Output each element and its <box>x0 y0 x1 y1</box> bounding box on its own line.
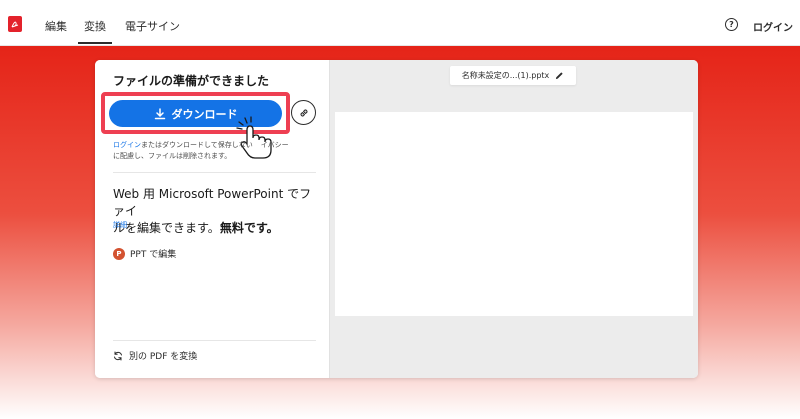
help-icon[interactable]: ? <box>725 18 738 31</box>
promo-line1: Web 用 Microsoft PowerPoint でファイ <box>113 187 312 218</box>
actions-panel: ファイルの準備ができました ダウンロード ログインまたはダウンロードして保存しな… <box>95 60 330 378</box>
privacy-note: ログインまたはダウンロードして保存しない イバシー に配慮し、ファイルは削除されま… <box>113 140 323 162</box>
note-login-link[interactable]: ログイン <box>113 141 141 149</box>
preview-panel: 名称未設定の...(1).pptx <box>330 60 698 378</box>
link-icon <box>299 108 308 117</box>
tab-edit[interactable]: 編集 <box>45 18 67 44</box>
note-line2-text: に配慮し、ファイルは削除されます。 <box>113 152 232 160</box>
note-line1-tail: イバシー <box>260 141 289 149</box>
convert-another-label: 別の PDF を変換 <box>129 352 198 362</box>
note-line1-text: またはダウンロードして保存しない <box>141 141 253 149</box>
download-icon <box>154 107 165 119</box>
download-label: ダウンロード <box>171 107 238 121</box>
divider <box>113 172 316 173</box>
copy-link-button[interactable] <box>291 100 316 125</box>
result-card: ファイルの準備ができました ダウンロード ログインまたはダウンロードして保存しな… <box>95 60 698 378</box>
filename-field[interactable]: 名称未設定の...(1).pptx <box>450 66 576 85</box>
refresh-icon <box>114 351 122 360</box>
top-nav-bar: 編集 変換 電子サイン ? ログイン <box>0 0 800 46</box>
pencil-icon[interactable] <box>555 71 564 80</box>
convert-another-button[interactable]: 別の PDF を変換 <box>113 349 197 362</box>
promo-text: Web 用 Microsoft PowerPoint でファイ ルを編集できます… <box>113 186 318 237</box>
tab-convert[interactable]: 変換 <box>78 18 112 44</box>
filename-text: 名称未設定の...(1).pptx <box>461 71 550 80</box>
promo-line2: ルを編集できます。 <box>113 221 220 235</box>
ready-title: ファイルの準備ができました <box>113 74 270 88</box>
acrobat-logo-icon[interactable] <box>8 16 22 32</box>
details-link[interactable]: 詳細 <box>113 220 127 230</box>
edit-in-ppt-button[interactable]: P PPT で編集 <box>113 247 176 260</box>
slide-preview <box>335 112 693 316</box>
tab-e-sign[interactable]: 電子サイン <box>125 18 180 44</box>
promo-free: 無料です。 <box>219 221 279 235</box>
edit-in-ppt-label: PPT で編集 <box>130 250 177 260</box>
powerpoint-icon: P <box>113 247 125 260</box>
divider <box>113 340 316 341</box>
login-button[interactable]: ログイン <box>753 19 793 34</box>
